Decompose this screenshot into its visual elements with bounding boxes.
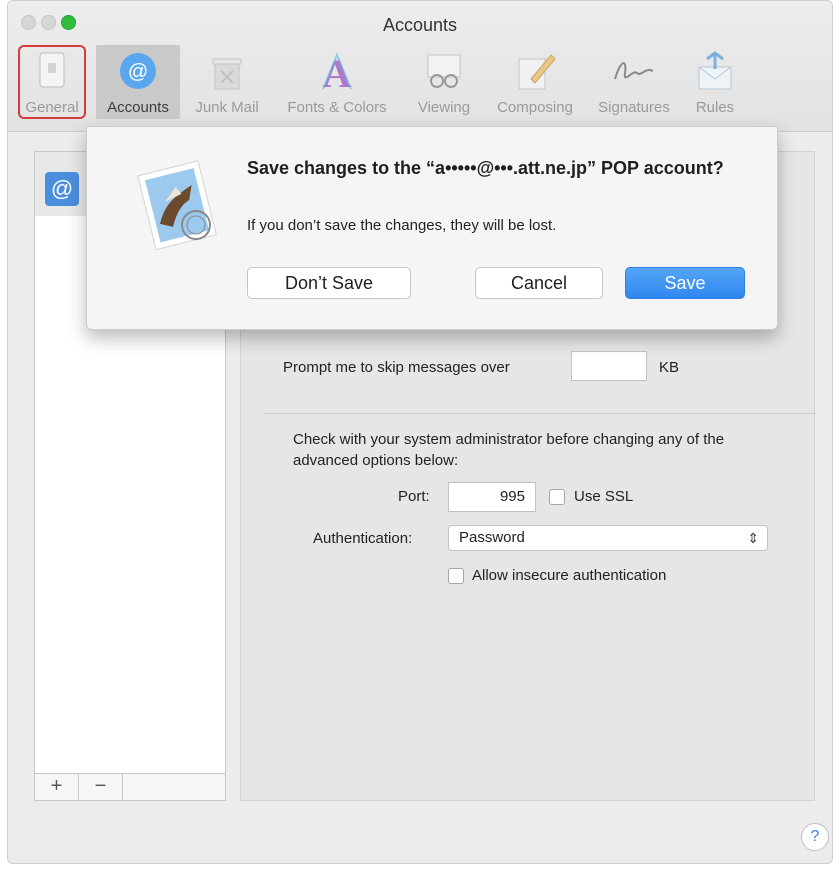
general-icon [39, 52, 65, 88]
authentication-value: Password [459, 529, 525, 546]
allow-insecure-label: Allow insecure authentication [472, 567, 667, 584]
save-button[interactable]: Save [625, 267, 745, 299]
allow-insecure-checkbox[interactable] [448, 568, 464, 584]
toolbar-junk-mail-label: Junk Mail [195, 99, 259, 116]
toolbar-general[interactable]: General [18, 45, 86, 119]
add-account-button[interactable]: + [35, 774, 79, 800]
authentication-select[interactable]: Password ⇕ [448, 525, 768, 551]
title-toolbar: Accounts General @ Accounts Junk Mail A … [8, 1, 832, 132]
toolbar-signatures[interactable]: Signatures [588, 45, 680, 119]
fonts-colors-icon: A [322, 51, 352, 93]
advanced-note: Check with your system administrator bef… [293, 431, 725, 469]
glasses-icon [427, 54, 461, 88]
toolbar-general-label: General [25, 99, 79, 116]
remove-account-button[interactable]: − [79, 774, 123, 800]
select-arrows-icon: ⇕ [747, 530, 759, 546]
mail-stamp-icon [137, 160, 217, 251]
save-changes-sheet: Save changes to the “a•••••@•••.att.ne.j… [86, 126, 778, 330]
dont-save-button[interactable]: Don’t Save [247, 267, 411, 299]
toolbar-signatures-label: Signatures [598, 99, 670, 116]
dialog-message: If you don’t save the changes, they will… [247, 217, 557, 234]
toolbar-rules-label: Rules [695, 99, 735, 116]
dialog-title: Save changes to the “a•••••@•••.att.ne.j… [247, 158, 724, 178]
use-ssl-label: Use SSL [574, 488, 634, 505]
rules-envelope-icon [698, 51, 732, 90]
signature-icon [614, 62, 654, 80]
pencil-icon [518, 54, 556, 90]
toolbar-viewing[interactable]: Viewing [406, 45, 482, 119]
at-sign-icon: @ [120, 53, 156, 89]
window-title: Accounts [382, 15, 458, 35]
toolbar-viewing-label: Viewing [417, 99, 471, 116]
kb-label: KB [659, 359, 680, 376]
toolbar-accounts[interactable]: @ Accounts [96, 45, 180, 119]
toolbar-fonts-colors[interactable]: A Fonts & Colors [274, 45, 400, 119]
port-input[interactable]: 995 [448, 482, 536, 512]
prompt-label: Prompt me to skip messages over [283, 359, 510, 376]
help-button[interactable]: ? [801, 823, 829, 851]
toolbar-junk-mail[interactable]: Junk Mail [184, 45, 270, 119]
cancel-button[interactable]: Cancel [475, 267, 603, 299]
authentication-label: Authentication: [313, 530, 413, 547]
toolbar-fonts-colors-label: Fonts & Colors [287, 99, 387, 116]
toolbar-composing[interactable]: Composing [486, 45, 584, 119]
svg-text:@: @ [128, 61, 148, 83]
port-label: Port: [398, 488, 430, 505]
toolbar-accounts-label: Accounts [107, 99, 169, 116]
toolbar-composing-label: Composing [497, 99, 573, 116]
toolbar-rules[interactable]: Rules [684, 45, 746, 119]
account-icon: @ [45, 172, 79, 206]
section-divider [263, 413, 816, 414]
use-ssl-checkbox[interactable] [549, 489, 565, 505]
sidebar-footer: + − [35, 773, 225, 800]
skip-size-input[interactable] [571, 351, 647, 381]
trash-icon [212, 58, 242, 90]
